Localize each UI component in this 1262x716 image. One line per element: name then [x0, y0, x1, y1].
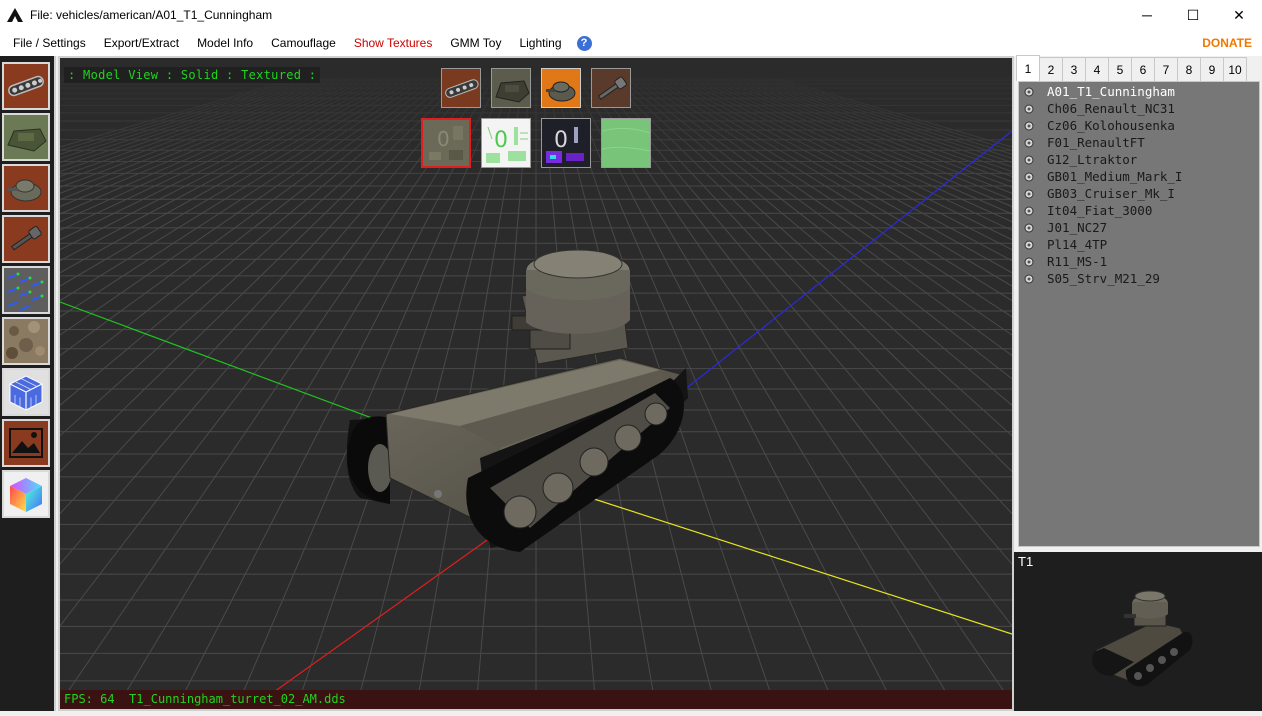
tank-bullet-icon	[1023, 86, 1035, 98]
tank-bullet-icon	[1023, 103, 1035, 115]
tank-preview-image	[1092, 590, 1193, 687]
preview-title: T1	[1018, 554, 1034, 569]
window-title: File: vehicles/american/A01_T1_Cunningha…	[30, 8, 273, 22]
model-viewport[interactable]: : Model View : Solid : Textured : 0 0 0 …	[58, 56, 1014, 711]
list-item[interactable]: S05_Strv_M21_29	[1019, 270, 1259, 287]
chassis-icon[interactable]	[2, 62, 50, 110]
tab-10[interactable]: 10	[1223, 57, 1247, 81]
tab-4[interactable]: 4	[1085, 57, 1109, 81]
cube-grid-icon[interactable]	[2, 368, 50, 416]
chassis-thumb[interactable]	[441, 68, 481, 108]
tank-name: S05_Strv_M21_29	[1047, 271, 1160, 286]
menu-model-info[interactable]: Model Info	[188, 30, 262, 56]
list-item[interactable]: Cz06_Kolohousenka	[1019, 117, 1259, 134]
picture-icon[interactable]	[2, 419, 50, 467]
menu-show-textures[interactable]: Show Textures	[345, 30, 442, 56]
minimize-button[interactable]: ─	[1124, 0, 1170, 30]
turret-thumb[interactable]	[541, 68, 581, 108]
status-bar: FPS: 64 T1_Cunningham_turret_02_AM.dds	[60, 690, 1012, 709]
menu-lighting[interactable]: Lighting	[510, 30, 570, 56]
list-tabs: 1 2 3 4 5 6 7 8 9 10	[1016, 55, 1247, 81]
diffuse-texture[interactable]: 0	[421, 118, 471, 168]
normal-texture[interactable]: 0	[481, 118, 531, 168]
tank-name: G12_Ltraktor	[1047, 152, 1138, 167]
list-item[interactable]: J01_NC27	[1019, 219, 1259, 236]
ao-texture[interactable]	[601, 118, 651, 168]
view-mode-label: : Model View : Solid : Textured :	[64, 67, 321, 83]
tank-bullet-icon	[1023, 222, 1035, 234]
list-item[interactable]: R11_MS-1	[1019, 253, 1259, 270]
list-item[interactable]: G12_Ltraktor	[1019, 151, 1259, 168]
tank-bullet-icon	[1023, 154, 1035, 166]
tank-bullet-icon	[1023, 120, 1035, 132]
fps-value: 64	[100, 692, 115, 706]
tank-bullet-icon	[1023, 171, 1035, 183]
terrain-icon[interactable]	[2, 317, 50, 365]
hull-thumb[interactable]	[491, 68, 531, 108]
tab-9[interactable]: 9	[1200, 57, 1224, 81]
window-controls: ─ ☐ ✕	[1124, 0, 1262, 30]
list-item[interactable]: A01_T1_Cunningham	[1019, 83, 1259, 100]
svg-text:0: 0	[437, 127, 450, 151]
tank-name: Ch06_Renault_NC31	[1047, 101, 1175, 116]
gun-icon[interactable]	[2, 215, 50, 263]
tank-name: GB01_Medium_Mark_I	[1047, 169, 1183, 184]
tank-name: Pl14_4TP	[1047, 237, 1108, 252]
tab-3[interactable]: 3	[1062, 57, 1086, 81]
tank-bullet-icon	[1023, 137, 1035, 149]
menu-gmm-toy[interactable]: GMM Toy	[441, 30, 510, 56]
tank-name: R11_MS-1	[1047, 254, 1108, 269]
app-logo-icon	[4, 4, 26, 26]
list-item[interactable]: Ch06_Renault_NC31	[1019, 100, 1259, 117]
svg-text:0: 0	[554, 128, 568, 153]
list-item[interactable]: F01_RenaultFT	[1019, 134, 1259, 151]
texture-filename: T1_Cunningham_turret_02_AM.dds	[129, 692, 346, 706]
tank-name: A01_T1_Cunningham	[1047, 84, 1175, 99]
menu-file-settings[interactable]: File / Settings	[0, 30, 95, 56]
close-button[interactable]: ✕	[1216, 0, 1262, 30]
tank-bullet-icon	[1023, 239, 1035, 251]
tank-name: F01_RenaultFT	[1047, 135, 1145, 150]
donate-link[interactable]: DONATE	[1202, 30, 1252, 56]
title-bar: File: vehicles/american/A01_T1_Cunningha…	[0, 0, 1262, 30]
tab-1[interactable]: 1	[1016, 55, 1040, 81]
tank-name: GB03_Cruiser_Mk_I	[1047, 186, 1175, 201]
tab-7[interactable]: 7	[1154, 57, 1178, 81]
color-cube-icon[interactable]	[2, 470, 50, 518]
tank-name: It04_Fiat_3000	[1047, 203, 1153, 218]
right-panel: 1 2 3 4 5 6 7 8 9 10 A01_T1_Cunningham C…	[1014, 55, 1262, 711]
normals-icon[interactable]	[2, 266, 50, 314]
tank-list[interactable]: A01_T1_Cunningham Ch06_Renault_NC31 Cz06…	[1018, 81, 1260, 547]
tank-bullet-icon	[1023, 188, 1035, 200]
tank-name: Cz06_Kolohousenka	[1047, 118, 1175, 133]
list-item[interactable]: GB01_Medium_Mark_I	[1019, 168, 1259, 185]
maximize-button[interactable]: ☐	[1170, 0, 1216, 30]
left-toolbar	[0, 56, 56, 711]
list-item[interactable]: Pl14_4TP	[1019, 236, 1259, 253]
fps-label: FPS:	[64, 692, 93, 706]
help-icon[interactable]: ?	[576, 35, 592, 51]
tab-6[interactable]: 6	[1131, 57, 1155, 81]
tab-2[interactable]: 2	[1039, 57, 1063, 81]
x-axis-line	[559, 487, 1012, 635]
tank-bullet-icon	[1023, 256, 1035, 268]
viewport-canvas	[60, 58, 1012, 709]
gmm-texture[interactable]: 0	[541, 118, 591, 168]
tank-bullet-icon	[1023, 205, 1035, 217]
menu-bar: File / Settings Export/Extract Model Inf…	[0, 30, 1262, 56]
gun-thumb[interactable]	[591, 68, 631, 108]
svg-text:0: 0	[494, 128, 508, 153]
tank-preview: T1	[1014, 552, 1262, 711]
hull-icon[interactable]	[2, 113, 50, 161]
tab-8[interactable]: 8	[1177, 57, 1201, 81]
turret-icon[interactable]	[2, 164, 50, 212]
list-item[interactable]: GB03_Cruiser_Mk_I	[1019, 185, 1259, 202]
menu-camouflage[interactable]: Camouflage	[262, 30, 345, 56]
tank-name: J01_NC27	[1047, 220, 1108, 235]
tab-5[interactable]: 5	[1108, 57, 1132, 81]
list-item[interactable]: It04_Fiat_3000	[1019, 202, 1259, 219]
tank-bullet-icon	[1023, 273, 1035, 285]
menu-export-extract[interactable]: Export/Extract	[95, 30, 188, 56]
